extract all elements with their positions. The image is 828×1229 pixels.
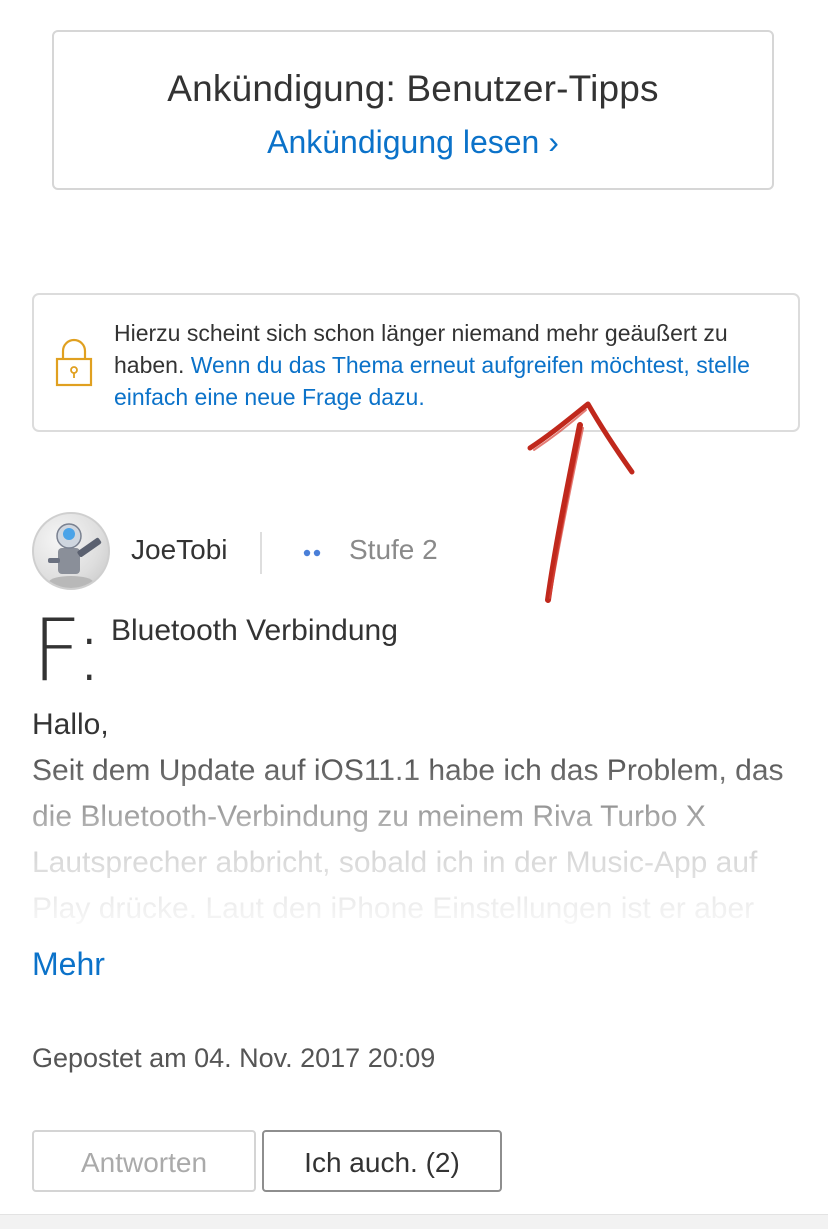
divider bbox=[260, 532, 262, 574]
read-announcement-link[interactable]: Ankündigung lesen › bbox=[54, 124, 772, 161]
announcement-title: Ankündigung: Benutzer-Tipps bbox=[167, 68, 659, 109]
lock-icon bbox=[55, 338, 93, 387]
question-body-text: Seit dem Update auf iOS11.1 habe ich das… bbox=[32, 754, 784, 952]
ask-new-question-link[interactable]: Wenn du das Thema erneut aufgreifen möch… bbox=[114, 352, 750, 410]
robot-avatar-icon bbox=[48, 523, 102, 588]
announcement-box: Ankündigung: Benutzer-Tipps Ankündigung … bbox=[52, 30, 774, 190]
reply-button[interactable]: Antworten bbox=[32, 1130, 256, 1192]
bottom-bar bbox=[0, 1214, 828, 1229]
question-title: Bluetooth Verbindung bbox=[111, 614, 398, 647]
more-link[interactable]: Mehr bbox=[32, 946, 105, 983]
posted-date: Gepostet am 04. Nov. 2017 20:09 bbox=[32, 1043, 436, 1073]
me-too-button[interactable]: Ich auch. (2) bbox=[262, 1130, 502, 1192]
question-body: Hallo, Seit dem Update auf iOS11.1 habe … bbox=[32, 702, 802, 952]
author-name[interactable]: JoeTobi bbox=[131, 534, 228, 566]
user-level: Stufe 2 bbox=[349, 534, 438, 565]
inactive-thread-notice: Hierzu scheint sich schon länger niemand… bbox=[32, 293, 800, 432]
avatar[interactable] bbox=[32, 512, 110, 590]
question-greeting: Hallo, bbox=[32, 708, 109, 741]
author-row: JoeTobi Stufe 2 bbox=[32, 512, 632, 592]
level-dots-icon bbox=[303, 549, 321, 557]
notice-text: Hierzu scheint sich schon länger niemand… bbox=[114, 317, 794, 413]
question-marker: F: bbox=[32, 601, 104, 701]
